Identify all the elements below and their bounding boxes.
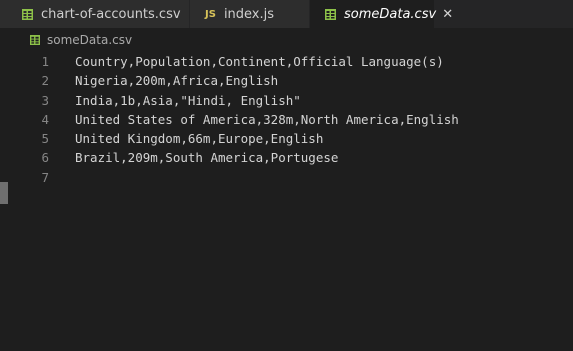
tab-label: someData.csv [344,6,437,22]
code-line[interactable]: 3 India,1b,Asia,"Hindi, English" [0,91,573,110]
line-number: 4 [41,111,49,127]
breadcrumb-label: someData.csv [47,33,133,47]
code-line[interactable]: 4 United States of America,328m,North Am… [0,110,573,129]
js-icon: JS [205,8,216,20]
tab-label: chart-of-accounts.csv [41,6,181,22]
close-icon[interactable]: ✕ [442,8,453,21]
tab-index-js[interactable]: JS index.js [190,0,310,28]
line-text: India,1b,Asia,"Hindi, English" [75,92,301,108]
tab-bar: chart-of-accounts.csv JS index.js someDa… [0,0,573,28]
csv-grid-icon [325,8,336,20]
line-text: Country,Population,Continent,Official La… [75,54,444,69]
line-text: Nigeria,200m,Africa,English [75,73,279,89]
code-line[interactable]: 2 Nigeria,200m,Africa,English [0,71,573,90]
line-number: 3 [41,92,49,108]
tab-chart-of-accounts[interactable]: chart-of-accounts.csv [0,0,190,28]
tab-label: index.js [223,6,275,22]
line-number: 6 [41,150,49,166]
line-text: United Kingdom,66m,Europe,English [75,131,324,147]
code-line[interactable]: 5 United Kingdom,66m,Europe,English [0,129,573,148]
code-line[interactable]: 7 [0,168,573,187]
editor-window: chart-of-accounts.csv JS index.js someDa… [0,0,573,351]
line-text [50,168,75,187]
code-line[interactable]: 6 Brazil,209m,South America,Portugese [0,148,573,167]
line-number: 5 [41,131,49,147]
scroll-marker [0,182,8,204]
line-text: Brazil,209m,South America,Portugese [75,150,339,166]
tab-some-data[interactable]: someData.csv ✕ [310,0,453,28]
csv-grid-icon [22,8,33,20]
line-number: 2 [41,73,49,89]
line-number: 1 [41,54,49,69]
code-editor[interactable]: 1 Country,Population,Continent,Official … [0,52,573,351]
csv-grid-icon [30,35,40,45]
code-line[interactable]: 1 Country,Population,Continent,Official … [0,52,573,71]
breadcrumb[interactable]: someData.csv [30,31,132,49]
line-text: United States of America,328m,North Amer… [75,111,459,127]
